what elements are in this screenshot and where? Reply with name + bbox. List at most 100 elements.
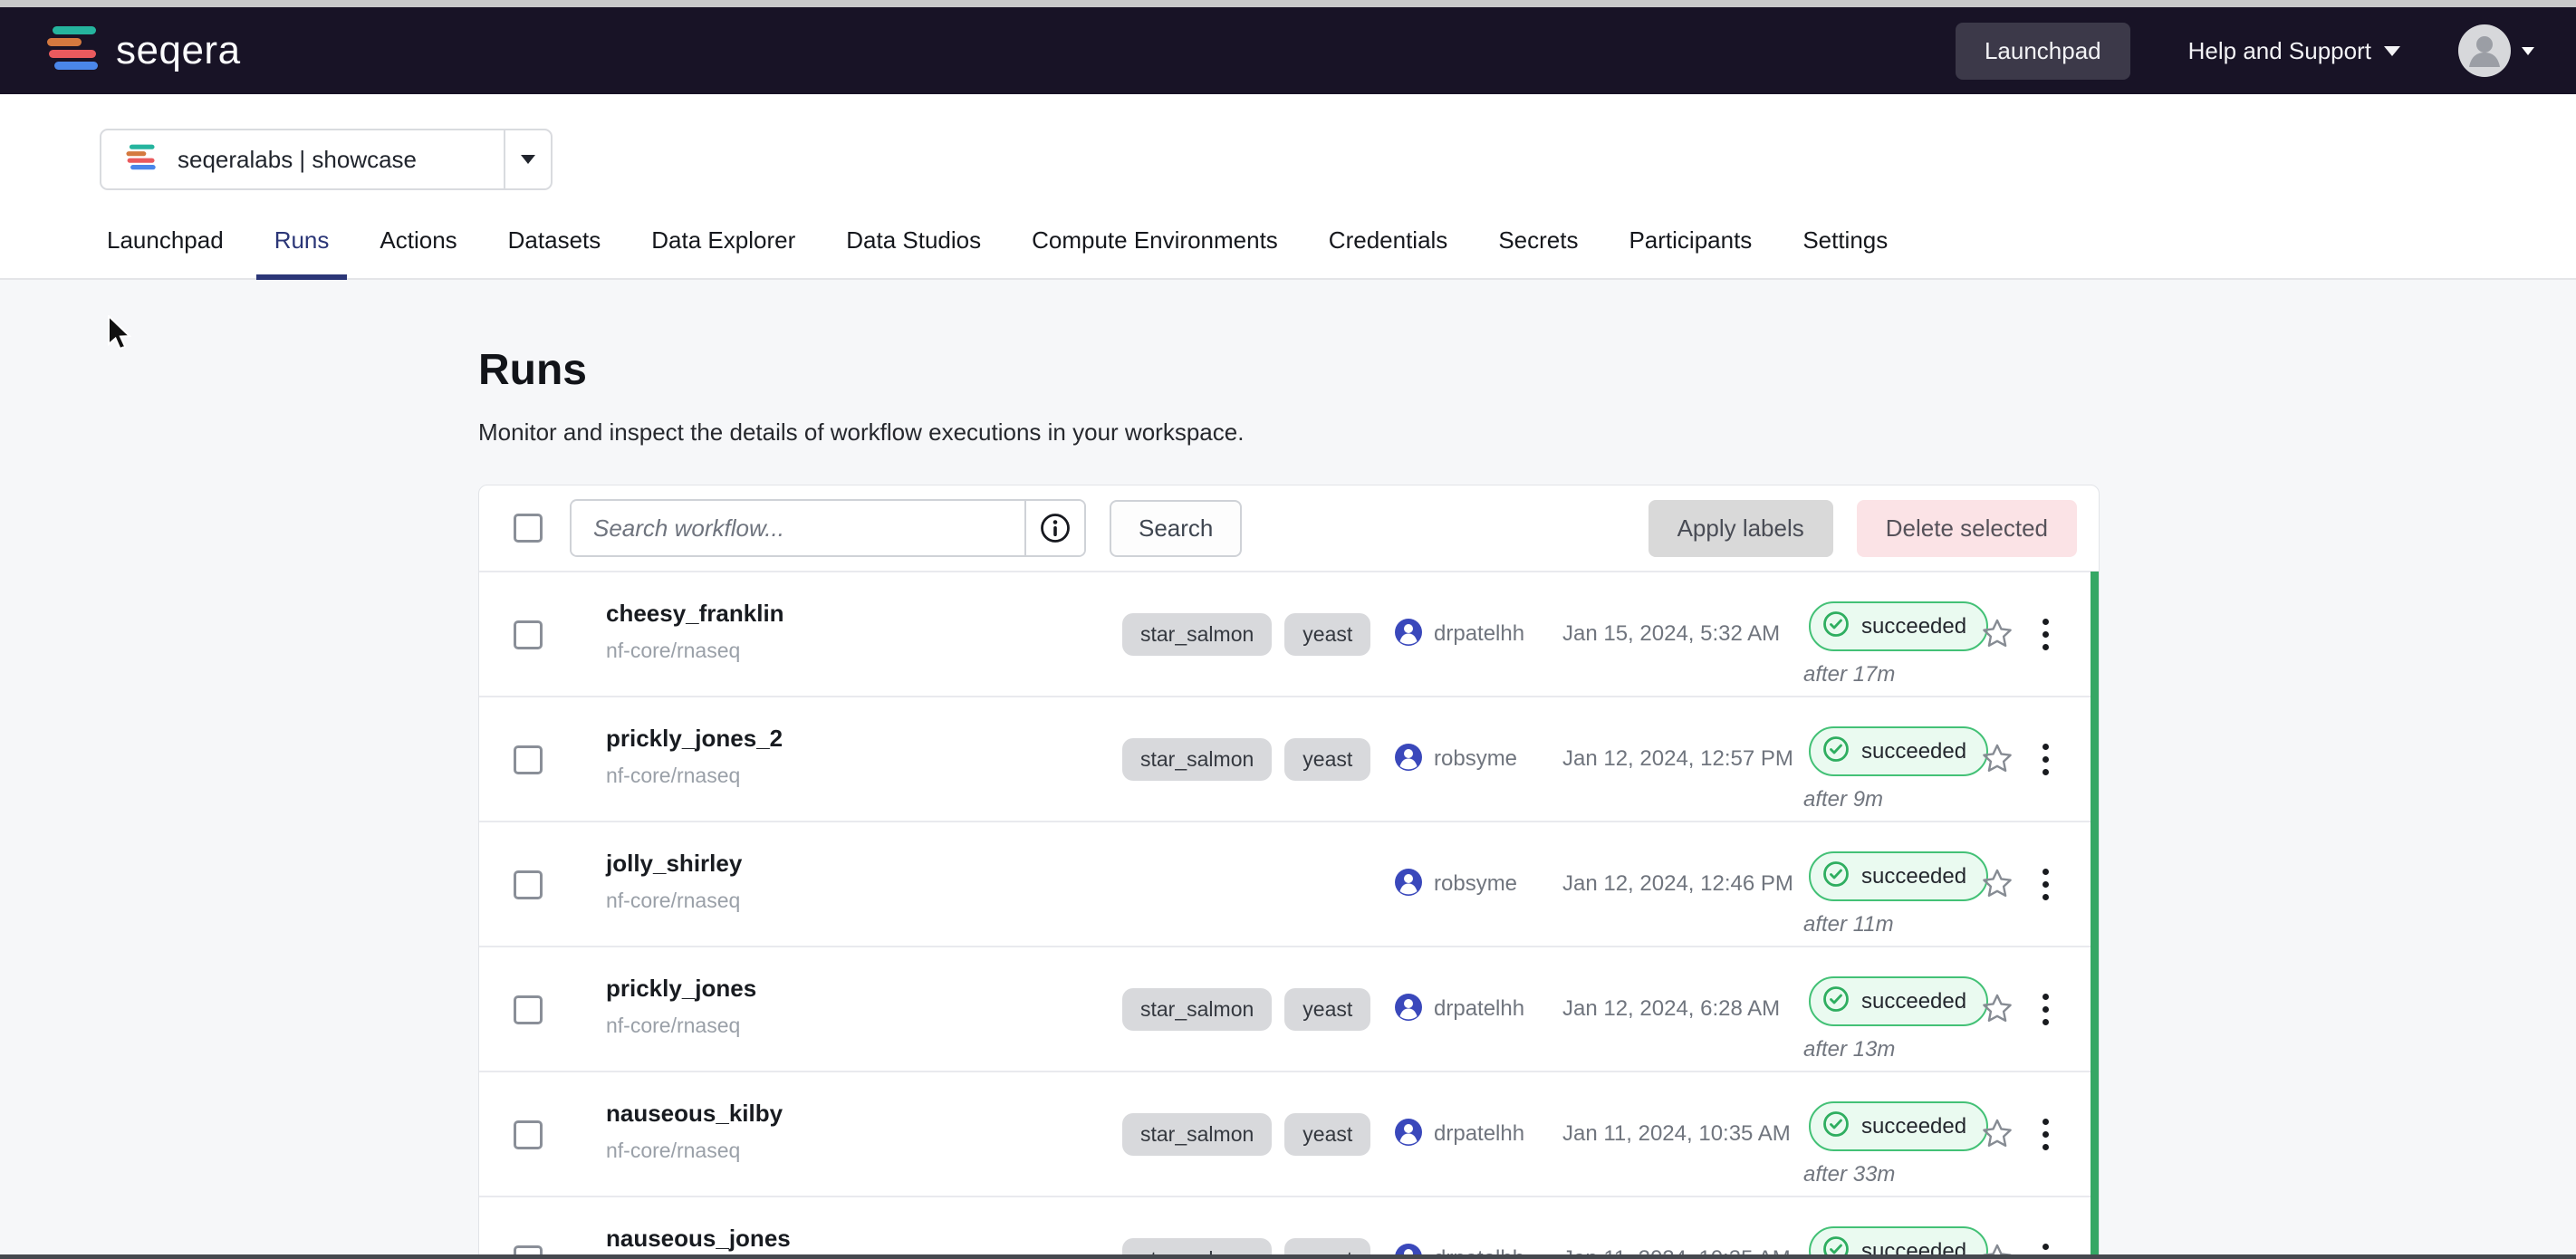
- label-pill: star_salmon: [1122, 988, 1272, 1031]
- chevron-down-icon: [2384, 46, 2400, 56]
- user-avatar-icon: [1394, 618, 1423, 651]
- run-name[interactable]: prickly_jones: [606, 975, 756, 1003]
- row-menu-button[interactable]: [2043, 822, 2049, 946]
- table-row[interactable]: prickly_jones nf-core/rnaseq star_salmon…: [479, 946, 2099, 1071]
- run-date: Jan 11, 2024, 10:35 AM: [1562, 1072, 1791, 1196]
- run-status-label: succeeded: [1861, 739, 1966, 764]
- user-avatar-menu[interactable]: [2458, 24, 2534, 77]
- star-button[interactable]: [1979, 572, 2015, 696]
- star-button[interactable]: [1979, 697, 2015, 821]
- star-button[interactable]: [1979, 822, 2015, 946]
- table-row[interactable]: nauseous_jones nf-core/rnaseq star_salmo…: [479, 1196, 2099, 1259]
- table-row[interactable]: cheesy_franklin nf-core/rnaseq star_salm…: [479, 571, 2099, 696]
- run-name[interactable]: nauseous_kilby: [606, 1100, 783, 1128]
- seqera-brand[interactable]: seqera: [42, 19, 241, 83]
- select-all-checkbox[interactable]: [514, 514, 543, 543]
- tab-settings[interactable]: Settings: [1802, 226, 1888, 278]
- tab-credentials[interactable]: Credentials: [1329, 226, 1448, 278]
- run-status-cell: succeeded after 9m: [1803, 726, 1988, 812]
- search-info-icon[interactable]: [1024, 501, 1084, 555]
- tab-data-studios[interactable]: Data Studios: [846, 226, 981, 278]
- workspace-tabs: Launchpad Runs Actions Datasets Data Explore…: [0, 190, 2576, 280]
- run-name[interactable]: cheesy_franklin: [606, 600, 784, 628]
- row-checkbox[interactable]: [514, 620, 543, 649]
- tab-participants[interactable]: Participants: [1629, 226, 1752, 278]
- tab-datasets[interactable]: Datasets: [508, 226, 601, 278]
- tab-secrets[interactable]: Secrets: [1498, 226, 1578, 278]
- run-pipeline: nf-core/rnaseq: [606, 639, 784, 663]
- run-pipeline: nf-core/rnaseq: [606, 1014, 756, 1038]
- run-date: Jan 12, 2024, 12:46 PM: [1562, 822, 1793, 946]
- check-circle-icon: [1821, 735, 1850, 768]
- scroll-indicator-bar[interactable]: [2091, 572, 2099, 1259]
- row-checkbox[interactable]: [514, 995, 543, 1024]
- row-checkbox[interactable]: [514, 745, 543, 774]
- table-row[interactable]: jolly_shirley nf-core/rnaseq robsyme Jan…: [479, 821, 2099, 946]
- table-row[interactable]: nauseous_kilby nf-core/rnaseq star_salmo…: [479, 1071, 2099, 1196]
- row-menu-button[interactable]: [2043, 572, 2049, 696]
- kebab-icon: [2043, 994, 2049, 1025]
- table-row[interactable]: prickly_jones_2 nf-core/rnaseq star_salm…: [479, 696, 2099, 821]
- run-duration: after 9m: [1803, 787, 1988, 812]
- run-user-cell: drpatelhh: [1394, 947, 1524, 1071]
- user-avatar-icon: [1394, 1118, 1423, 1151]
- row-menu-button[interactable]: [2043, 1072, 2049, 1196]
- workspace-selector-caret[interactable]: [504, 130, 551, 188]
- row-menu-button[interactable]: [2043, 697, 2049, 821]
- tab-runs[interactable]: Runs: [274, 226, 330, 278]
- run-status-label: succeeded: [1861, 989, 1966, 1014]
- delete-selected-button[interactable]: Delete selected: [1857, 500, 2077, 557]
- run-name[interactable]: prickly_jones_2: [606, 725, 783, 753]
- kebab-icon: [2043, 869, 2049, 900]
- run-labels: star_salmonyeast: [1122, 1072, 1421, 1196]
- tab-actions[interactable]: Actions: [380, 226, 457, 278]
- launchpad-button[interactable]: Launchpad: [1956, 23, 2130, 80]
- chevron-down-icon: [521, 155, 535, 164]
- tab-launchpad[interactable]: Launchpad: [107, 226, 224, 278]
- kebab-icon: [2043, 1119, 2049, 1150]
- user-avatar-icon: [1394, 868, 1423, 901]
- kebab-icon: [2043, 619, 2049, 650]
- run-date: Jan 12, 2024, 6:28 AM: [1562, 947, 1780, 1071]
- status-badge: succeeded: [1809, 976, 1988, 1026]
- run-user-cell: robsyme: [1394, 697, 1517, 821]
- run-user-cell: drpatelhh: [1394, 1072, 1524, 1196]
- chevron-down-icon: [2522, 47, 2534, 55]
- run-status-cell: succeeded after 13m: [1803, 976, 1988, 1062]
- user-avatar-icon: [1394, 993, 1423, 1026]
- help-and-support-menu[interactable]: Help and Support: [2188, 37, 2400, 65]
- row-menu-button[interactable]: [2043, 1197, 2049, 1259]
- label-pill: yeast: [1284, 988, 1370, 1031]
- run-status-cell: succeeded after 33m: [1803, 1101, 1988, 1187]
- star-button[interactable]: [1979, 1197, 2015, 1259]
- page-subtitle: Monitor and inspect the details of workf…: [478, 418, 2576, 447]
- run-date: Jan 11, 2024, 10:35 AM: [1562, 1197, 1791, 1259]
- tab-data-explorer[interactable]: Data Explorer: [651, 226, 795, 278]
- apply-labels-button[interactable]: Apply labels: [1648, 500, 1833, 557]
- status-badge: succeeded: [1809, 851, 1988, 901]
- check-circle-icon: [1821, 860, 1850, 893]
- run-duration: after 33m: [1803, 1162, 1988, 1187]
- label-pill: star_salmon: [1122, 613, 1272, 656]
- run-status-cell: succeeded after 17m: [1803, 601, 1988, 687]
- search-input[interactable]: [572, 501, 1024, 555]
- star-button[interactable]: [1979, 947, 2015, 1071]
- run-name[interactable]: nauseous_jones: [606, 1225, 791, 1253]
- run-date: Jan 15, 2024, 5:32 AM: [1562, 572, 1780, 696]
- workspace-selector[interactable]: seqeralabs | showcase: [100, 129, 553, 190]
- runs-toolbar: Search Apply labels Delete selected: [479, 485, 2099, 571]
- label-pill: star_salmon: [1122, 1113, 1272, 1156]
- row-checkbox[interactable]: [514, 1120, 543, 1149]
- run-name[interactable]: jolly_shirley: [606, 850, 742, 878]
- window-top-strip: [0, 0, 2576, 7]
- star-button[interactable]: [1979, 1072, 2015, 1196]
- check-circle-icon: [1821, 610, 1850, 643]
- row-menu-button[interactable]: [2043, 947, 2049, 1071]
- page-title: Runs: [478, 345, 2576, 395]
- tab-compute-environments[interactable]: Compute Environments: [1032, 226, 1278, 278]
- row-checkbox[interactable]: [514, 870, 543, 899]
- run-duration: after 13m: [1803, 1037, 1988, 1062]
- run-pipeline: nf-core/rnaseq: [606, 889, 742, 913]
- status-badge: succeeded: [1809, 1101, 1988, 1151]
- search-button[interactable]: Search: [1110, 500, 1242, 557]
